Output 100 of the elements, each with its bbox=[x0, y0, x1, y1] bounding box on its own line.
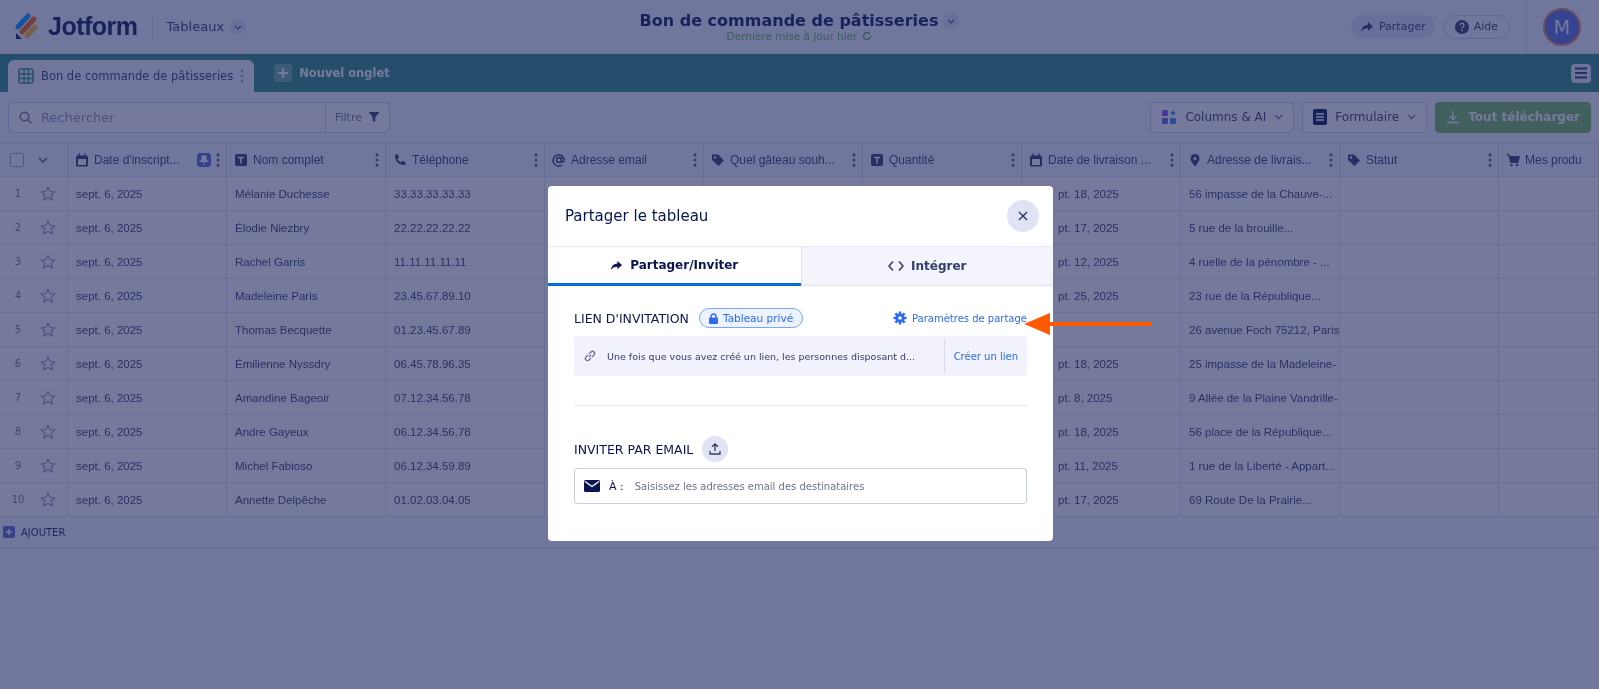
column-header[interactable]: Nom complet bbox=[227, 143, 386, 176]
column-header[interactable]: Adresse de livrais... bbox=[1181, 143, 1340, 176]
text-type-icon bbox=[234, 152, 248, 167]
to-label: À : bbox=[609, 479, 624, 493]
table-cell: Rachel Garris bbox=[235, 255, 306, 268]
row-number: 2 bbox=[13, 222, 23, 233]
table-cell: sept. 6, 2025 bbox=[76, 323, 143, 336]
sheet-tab[interactable]: Nouvel onglet bbox=[264, 64, 400, 82]
email-recipients-field[interactable]: À : Saisissez les adresses email des destinataires bbox=[574, 468, 1027, 504]
table-cell: Mélanie Duchesse bbox=[235, 187, 330, 200]
column-header[interactable]: Téléphone bbox=[386, 143, 545, 176]
text-type-icon bbox=[870, 152, 884, 167]
private-badge: Tableau privé bbox=[698, 308, 804, 328]
sheet-tab[interactable]: Bon de commande de pâtisseries bbox=[8, 60, 255, 92]
table-cell: Madeleine Paris bbox=[235, 289, 318, 302]
logo-icon bbox=[14, 12, 40, 41]
search-icon bbox=[19, 110, 32, 124]
column-header[interactable]: Statut bbox=[1340, 143, 1499, 176]
calendar-icon bbox=[1029, 152, 1043, 167]
section-label: INVITER PAR EMAIL bbox=[574, 441, 694, 457]
share-arrow-icon bbox=[610, 259, 624, 271]
table-cell: 06.12.34.59.89 bbox=[394, 459, 471, 472]
table-cell: Annette Delpêche bbox=[235, 493, 327, 506]
table-cell: 69 Route De la Prairie... bbox=[1189, 493, 1312, 506]
table-cell: Émilienne Nyssdry bbox=[235, 357, 331, 370]
gear-icon bbox=[893, 311, 907, 325]
tables-menu-button[interactable]: Tableaux bbox=[166, 18, 247, 35]
column-header[interactable]: Adresse email bbox=[545, 143, 704, 176]
upload-icon bbox=[709, 443, 722, 455]
grid-icon bbox=[18, 68, 34, 84]
table-cell: pt. 25, 2025 bbox=[1058, 289, 1119, 302]
form-dropdown-button[interactable]: Formulaire bbox=[1302, 101, 1428, 133]
info-text: Une fois que vous avez créé un lien, les personnes disposant d... bbox=[607, 350, 917, 362]
table-cell: Élodie Niezbry bbox=[235, 221, 310, 234]
table-cell: 23.45.67.89.10 bbox=[394, 289, 471, 302]
sharing-settings-link[interactable]: Paramètres de partage bbox=[893, 311, 1027, 325]
table-cell: 01.02.03.04.05 bbox=[394, 493, 471, 506]
column-header[interactable]: Date de livraison ... bbox=[1022, 143, 1181, 176]
table-cell: pt. 17, 2025 bbox=[1058, 493, 1119, 506]
table-cell: pt. 17, 2025 bbox=[1058, 221, 1119, 234]
table-cell: 01.23.45.67.89 bbox=[394, 323, 471, 336]
column-menu-icon bbox=[1170, 152, 1174, 167]
table-cell: Amandine Bageoir bbox=[235, 391, 330, 404]
table-cell: Andre Gayeux bbox=[235, 425, 309, 438]
column-header[interactable]: Date d'inscript... bbox=[68, 143, 227, 176]
table-cell: 26 avenue Foch 75212, Paris bbox=[1189, 323, 1339, 336]
pin-badge-icon bbox=[197, 152, 211, 167]
upload-button[interactable] bbox=[702, 436, 729, 462]
table-cell: 56 place de la République... bbox=[1189, 425, 1332, 438]
table-cell: 07.12.34.56.78 bbox=[394, 391, 471, 404]
table-cell: 4 ruelle de la pénombre - ... bbox=[1189, 255, 1330, 268]
table-cell: pt. 18, 2025 bbox=[1058, 425, 1119, 438]
column-menu-icon bbox=[1329, 152, 1333, 167]
more-options-icon bbox=[240, 69, 245, 83]
row-number: 1 bbox=[13, 188, 23, 199]
last-updated-text: Dernière mise à jour hier bbox=[726, 30, 858, 42]
column-menu-icon bbox=[1488, 152, 1492, 167]
table-cell: sept. 6, 2025 bbox=[76, 255, 143, 268]
row-number: 7 bbox=[13, 392, 23, 403]
row-number: 6 bbox=[13, 358, 23, 369]
column-menu-icon bbox=[1011, 152, 1015, 167]
columns-ai-button[interactable]: Columns & AI bbox=[1150, 101, 1295, 133]
select-all-checkbox[interactable] bbox=[10, 152, 24, 167]
column-menu-icon bbox=[216, 152, 220, 167]
row-number: 4 bbox=[13, 290, 23, 301]
chevron-down-icon bbox=[943, 12, 960, 29]
menu-button[interactable] bbox=[1571, 63, 1591, 83]
table-cell: pt. 11, 2025 bbox=[1058, 459, 1118, 472]
table-cell: sept. 6, 2025 bbox=[76, 289, 143, 302]
chevron-down-icon bbox=[1407, 114, 1417, 120]
share-button[interactable]: Partager bbox=[1350, 15, 1435, 38]
email-input[interactable]: Saisissez les adresses email des destinataires bbox=[632, 479, 1026, 493]
table-cell: Michel Fabioso bbox=[235, 459, 313, 472]
column-header[interactable]: Quantité bbox=[863, 143, 1022, 176]
phone-icon bbox=[393, 152, 407, 167]
column-header[interactable]: Quel gâteau souh... bbox=[704, 143, 863, 176]
help-icon bbox=[1454, 19, 1469, 34]
table-cell: 06.12.34.56.78 bbox=[394, 425, 471, 438]
tag-icon bbox=[711, 152, 725, 167]
filter-button[interactable]: Filtre bbox=[325, 102, 389, 132]
column-header[interactable]: Mes produ bbox=[1499, 143, 1599, 176]
dialog-title: Partager le tableau bbox=[565, 207, 709, 225]
filter-icon bbox=[368, 111, 380, 123]
create-link-button[interactable]: Créer un lien bbox=[943, 339, 1027, 373]
table-cell: pt. 18, 2025 bbox=[1058, 187, 1119, 200]
table-cell: 9 Allée de la Plaine Vandrille- bbox=[1189, 391, 1338, 404]
dialog-tab[interactable]: Intégrer bbox=[800, 247, 1053, 286]
shopping-cart-icon bbox=[1506, 152, 1520, 167]
download-icon bbox=[1446, 110, 1461, 124]
row-number: 3 bbox=[13, 256, 23, 267]
table-cell: 11.11.11.11.11 bbox=[394, 255, 467, 268]
table-cell: sept. 6, 2025 bbox=[76, 357, 143, 370]
table-cell: 06.45.78.96.35 bbox=[394, 357, 471, 370]
table-cell: pt. 12, 2025 bbox=[1058, 255, 1119, 268]
refresh-icon bbox=[862, 31, 873, 41]
table-cell: sept. 6, 2025 bbox=[76, 187, 143, 200]
plus-icon bbox=[3, 526, 15, 538]
close-button[interactable] bbox=[1007, 200, 1039, 232]
table-cell: pt. 18, 2025 bbox=[1058, 357, 1119, 370]
mail-icon bbox=[584, 480, 600, 492]
